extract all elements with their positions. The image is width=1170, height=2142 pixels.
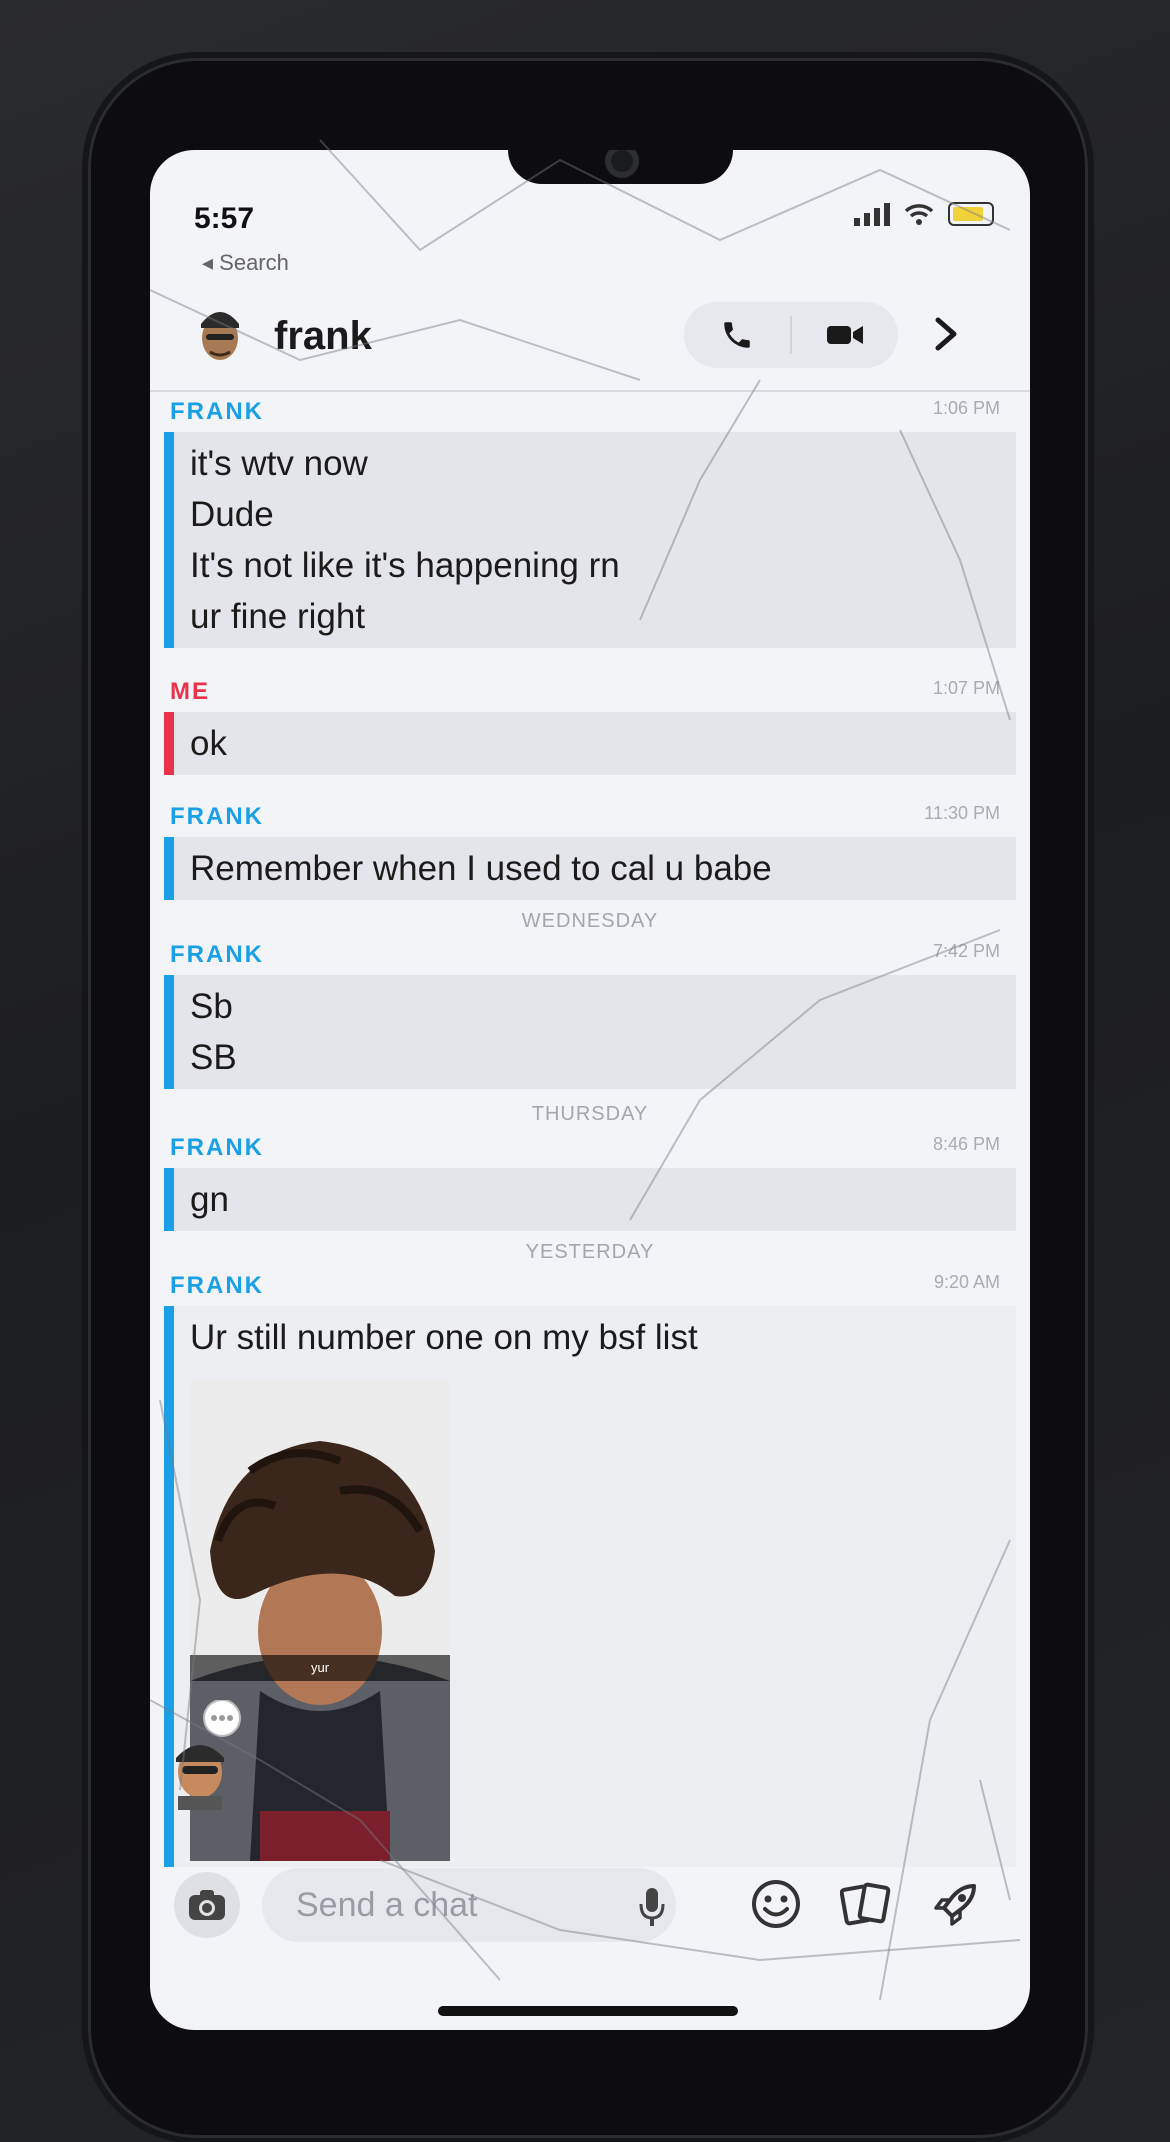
chat-composer: [150, 1860, 1030, 1960]
message-text: ur fine right: [190, 597, 366, 636]
day-separator: YESTERDAY: [525, 1241, 655, 1263]
chevron-right-icon[interactable]: [926, 314, 966, 354]
battery-icon: [948, 202, 994, 226]
message-block[interactable]: Sb SB: [164, 975, 1016, 1089]
message-text: Sb: [190, 987, 233, 1026]
day-separator: WEDNESDAY: [521, 910, 659, 932]
video-icon: [827, 326, 863, 344]
message-text: Remember when I used to cal u babe: [190, 849, 772, 888]
smiley-icon[interactable]: [750, 1878, 802, 1930]
camera-icon: [189, 1890, 225, 1920]
status-icons: [854, 202, 994, 226]
camera-button[interactable]: [174, 1872, 240, 1938]
message-block[interactable]: Remember when I used to cal u babe: [164, 837, 1016, 900]
message-block[interactable]: ok: [164, 712, 1016, 775]
mic-icon[interactable]: [638, 1886, 666, 1928]
timestamp: 9:20 AM: [933, 1272, 1000, 1292]
sender-label: FRANK: [170, 941, 264, 968]
front-camera: [605, 150, 639, 178]
voice-call-button[interactable]: [684, 302, 790, 368]
photo-caption: yur: [190, 1655, 450, 1681]
timestamp: 1:06 PM: [932, 398, 1000, 418]
message-group: FRANK 11:30 PM Remember when I used to c…: [150, 803, 1030, 900]
timestamp: 1:07 PM: [932, 678, 1000, 698]
message-text: Dude: [190, 495, 274, 534]
video-call-button[interactable]: [792, 302, 898, 368]
sender-label: FRANK: [170, 803, 264, 830]
wifi-icon: [904, 204, 934, 225]
message-text: It's not like it's happening rn: [190, 546, 620, 585]
message-group: FRANK 9:20 AM Ur still number one on my …: [150, 1272, 1030, 1867]
rocket-icon[interactable]: [930, 1878, 982, 1930]
contact-name[interactable]: frank: [274, 314, 372, 359]
status-time: 5:57: [194, 202, 255, 235]
notch: [508, 150, 733, 184]
timestamp: 8:46 PM: [932, 1134, 1000, 1154]
message-group: FRANK 7:42 PM Sb SB: [150, 941, 1030, 1089]
avatar[interactable]: [194, 302, 246, 368]
call-buttons: [684, 302, 898, 368]
message-group: ME 1:07 PM ok: [150, 678, 1030, 775]
home-indicator[interactable]: [438, 2006, 738, 2016]
day-separator: THURSDAY: [531, 1103, 649, 1125]
message-block[interactable]: Ur still number one on my bsf list yur: [164, 1306, 1016, 1867]
sender-label: FRANK: [170, 1272, 264, 1299]
message-block[interactable]: gn: [164, 1168, 1016, 1231]
message-group: FRANK 1:06 PM it's wtv now Dude It's not…: [150, 398, 1030, 648]
signal-icon: [854, 203, 890, 226]
sender-label: FRANK: [170, 1134, 264, 1161]
timestamp: 7:42 PM: [932, 941, 1000, 961]
message-text: it's wtv now: [190, 444, 368, 483]
message-text: ok: [190, 724, 227, 763]
chat-list: FRANK 1:06 PM it's wtv now Dude It's not…: [150, 394, 1030, 1867]
message-text: gn: [190, 1180, 229, 1219]
cards-icon[interactable]: [840, 1878, 892, 1930]
back-label: Search: [219, 250, 289, 275]
back-link[interactable]: ◂ Search: [202, 250, 289, 276]
message-text: Ur still number one on my bsf list: [190, 1318, 698, 1357]
snapchat-chat-screen: 5:57 ◂ Search frank FRANK 1:06 PM it's w…: [150, 150, 1030, 2030]
typing-bitmoji: [176, 1700, 241, 1810]
message-block[interactable]: it's wtv now Dude It's not like it's hap…: [164, 432, 1016, 648]
sender-label: FRANK: [170, 398, 264, 425]
sender-label: ME: [170, 678, 210, 705]
timestamp: 11:30 PM: [924, 803, 1000, 823]
chat-input[interactable]: [262, 1868, 676, 1942]
message-text: SB: [190, 1038, 237, 1077]
message-group: FRANK 8:46 PM gn: [150, 1134, 1030, 1231]
phone-icon: [724, 322, 750, 348]
